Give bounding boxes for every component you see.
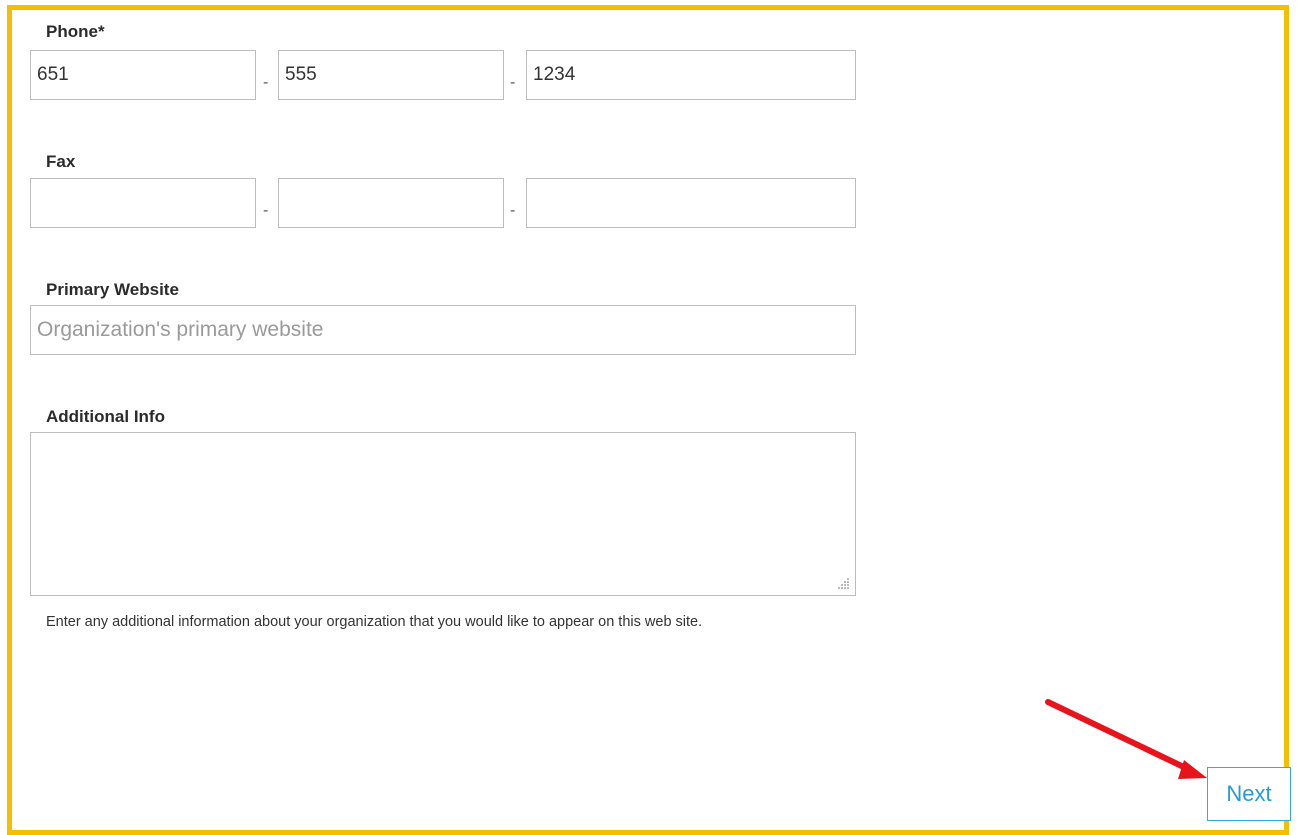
next-button[interactable]: Next — [1207, 767, 1291, 821]
annotation-arrow-icon — [1045, 699, 1207, 779]
